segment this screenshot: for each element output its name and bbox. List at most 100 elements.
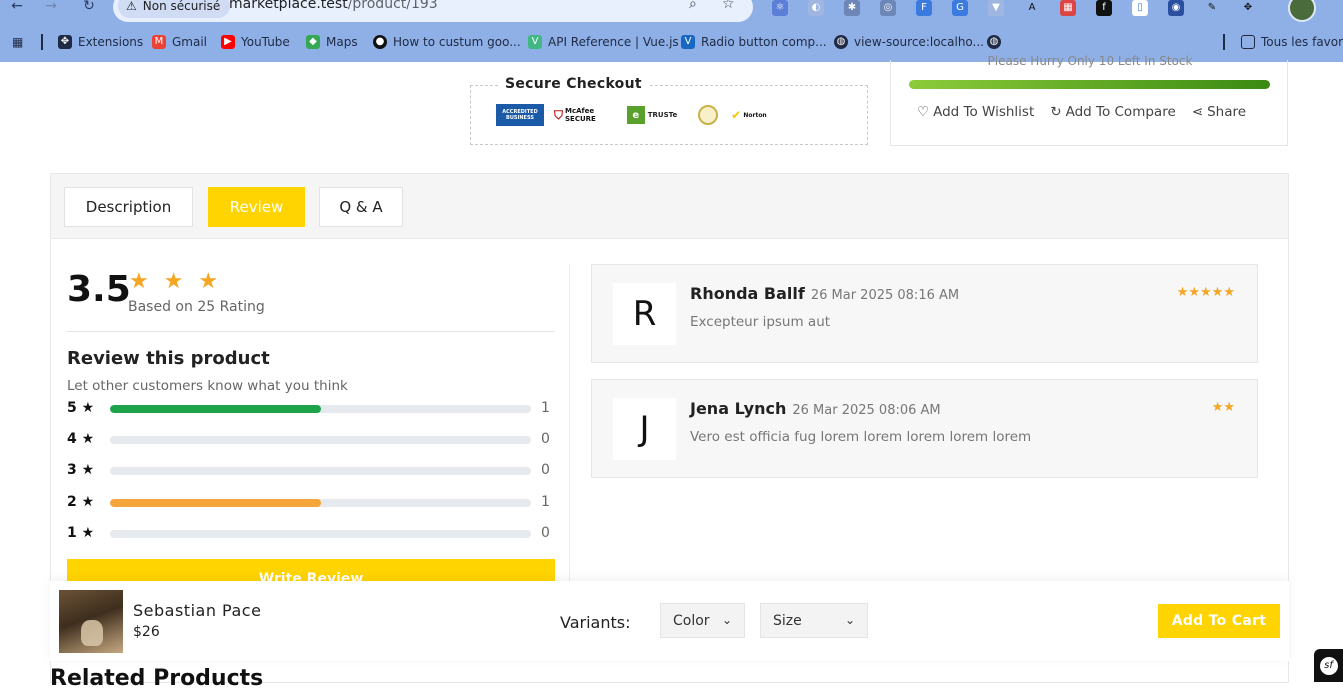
summary-divider: [67, 331, 555, 332]
symfony-icon: sf: [1319, 656, 1338, 675]
rating-bar: [110, 499, 531, 507]
browser-toolbar: ← → ↻ ⚠ Non sécurisé marketplace.test/pro…: [0, 0, 1343, 22]
not-secure-badge[interactable]: ⚠ Non sécurisé: [118, 0, 231, 18]
eyedropper-icon[interactable]: ✎: [1204, 0, 1220, 16]
secure-checkout-title: Secure Checkout: [499, 76, 648, 92]
reviewer-avatar: R: [613, 283, 676, 345]
mcafee-badge: ⛉ McAfee SECURE: [554, 107, 596, 123]
github-icon: ●: [373, 35, 387, 49]
symfony-toolbar-toggle[interactable]: sf: [1314, 649, 1343, 682]
profile-avatar[interactable]: [1288, 0, 1316, 22]
deer-image: [81, 620, 103, 646]
review-stars: ★★★★★: [1176, 285, 1235, 300]
review-text: Excepteur ipsum aut: [690, 314, 831, 330]
tab-review[interactable]: Review: [208, 187, 305, 227]
bbb-badge: ACCREDITED BUSINESS: [496, 104, 544, 126]
maps-icon: ◆: [306, 35, 320, 49]
reviewer-avatar: J: [613, 398, 676, 460]
review-date: 26 Mar 2025 08:06 AM: [792, 403, 941, 418]
add-to-wishlist-link[interactable]: ♡ Add To Wishlist: [917, 104, 1034, 120]
puzzle-icon: ✥: [58, 35, 72, 49]
heart-icon: ♡: [917, 104, 930, 120]
vue-icon: V: [528, 35, 542, 49]
review-stars: ★★: [1211, 400, 1235, 415]
chevron-down-icon: ⌄: [721, 613, 732, 627]
review-card: J Jena Lynch 26 Mar 2025 08:06 AM Vero es…: [591, 379, 1258, 478]
column-divider: [569, 264, 570, 584]
truste-badge: e TRUSTe: [616, 104, 688, 126]
bookmark-star-icon[interactable]: ☆: [722, 0, 735, 12]
extension-icon[interactable]: ◐: [808, 0, 824, 16]
bookmark-github[interactable]: ● How to custum goo...: [373, 22, 521, 62]
extension-icon[interactable]: ◉: [1168, 0, 1184, 16]
tabs-bar: Description Review Q & A: [51, 174, 1288, 239]
rating-bar: [110, 530, 531, 538]
color-select[interactable]: Color ⌄: [660, 603, 745, 638]
related-products-title: Related Products: [50, 666, 264, 691]
bookmark-extensions[interactable]: ✥ Extensions: [58, 22, 143, 62]
reviewer-name: Jena Lynch 26 Mar 2025 08:06 AM: [690, 399, 941, 418]
forward-icon[interactable]: →: [40, 0, 62, 14]
average-stars: ★ ★ ★: [129, 269, 223, 294]
write-review-button[interactable]: Write Review: [67, 559, 555, 583]
extension-icon[interactable]: ◎: [880, 0, 896, 16]
rating-row-1: 1 ★ 0: [67, 525, 550, 541]
stock-hurry-text: Please Hurry Only 10 Left In Stock: [987, 54, 1193, 68]
warning-icon: ⚠: [126, 0, 137, 13]
extension-icon[interactable]: ▦: [1060, 0, 1076, 16]
bookmark-maps[interactable]: ◆ Maps: [306, 22, 358, 62]
tab-qa[interactable]: Q & A: [319, 187, 403, 227]
url-text[interactable]: marketplace.test/product/193: [229, 0, 438, 12]
rating-bar: [110, 436, 531, 444]
secure-checkout-box: Secure Checkout ACCREDITED BUSINESS ⛉ McA…: [470, 76, 868, 145]
bookmark-youtube[interactable]: ▶ YouTube: [221, 22, 290, 62]
product-actions: ♡ Add To Wishlist ↻ Add To Compare ⋖ Share: [917, 104, 1246, 120]
share-icon: ⋖: [1191, 104, 1204, 120]
reload-icon[interactable]: ↻: [78, 0, 100, 14]
sticky-add-to-cart-bar: Sebastian Pace $26 Variants: Color ⌄ Size…: [50, 581, 1289, 661]
angular-icon[interactable]: A: [1024, 0, 1040, 16]
bookmark-gmail[interactable]: M Gmail: [152, 22, 207, 62]
product-thumbnail: [59, 590, 123, 653]
rating-row-5: 5 ★ 1: [67, 400, 550, 416]
extension-icon[interactable]: F: [916, 0, 932, 16]
bookmark-vuetify[interactable]: V Radio button comp...: [681, 22, 827, 62]
size-select[interactable]: Size ⌄: [760, 603, 868, 638]
stock-progress-bar: [909, 80, 1270, 89]
variants-label: Variants:: [560, 613, 631, 632]
vuetify-icon: V: [681, 35, 695, 49]
rating-bar-fill: [110, 499, 321, 507]
puzzle-icon[interactable]: ✥: [1240, 0, 1256, 16]
zoom-icon[interactable]: ⌕: [689, 0, 697, 12]
gmail-icon: M: [152, 35, 166, 49]
shield-icon: ⛉: [554, 107, 564, 122]
rating-bar: [110, 405, 531, 413]
translate-icon[interactable]: G: [952, 0, 968, 16]
truste-icon: e: [626, 106, 645, 124]
add-to-cart-button[interactable]: Add To Cart: [1158, 604, 1280, 638]
globe-icon: ◍: [987, 35, 1001, 49]
extension-icon[interactable]: ▼: [988, 0, 1004, 16]
bookmark-vue[interactable]: V API Reference | Vue.js: [528, 22, 679, 62]
seal-icon: [698, 105, 718, 125]
extension-icon[interactable]: ✱: [844, 0, 860, 16]
extension-icon[interactable]: ▯: [1132, 0, 1148, 16]
compare-icon: ↻: [1050, 104, 1062, 120]
back-icon[interactable]: ←: [6, 0, 28, 14]
rating-row-2: 2 ★ 1: [67, 494, 550, 510]
share-link[interactable]: ⋖ Share: [1192, 104, 1246, 120]
product-price: $26: [133, 624, 160, 640]
tab-description[interactable]: Description: [64, 187, 193, 227]
norton-badge: ✔ Norton: [731, 108, 767, 122]
stock-card: Please Hurry Only 10 Left In Stock ♡ Add …: [890, 54, 1288, 146]
review-date: 26 Mar 2025 08:16 AM: [810, 288, 960, 303]
average-rating: 3.5: [67, 269, 131, 310]
review-card: R Rhonda Ballf 26 Mar 2025 08:16 AM Excep…: [591, 264, 1258, 363]
review-product-title: Review this product: [67, 348, 270, 369]
react-devtools-icon[interactable]: ⚛: [772, 0, 788, 16]
apps-icon[interactable]: ▦: [12, 22, 23, 62]
function-icon[interactable]: f: [1096, 0, 1112, 16]
folder-icon: [1241, 35, 1255, 49]
add-to-compare-link[interactable]: ↻ Add To Compare: [1050, 104, 1175, 120]
rating-bar: [110, 467, 531, 475]
